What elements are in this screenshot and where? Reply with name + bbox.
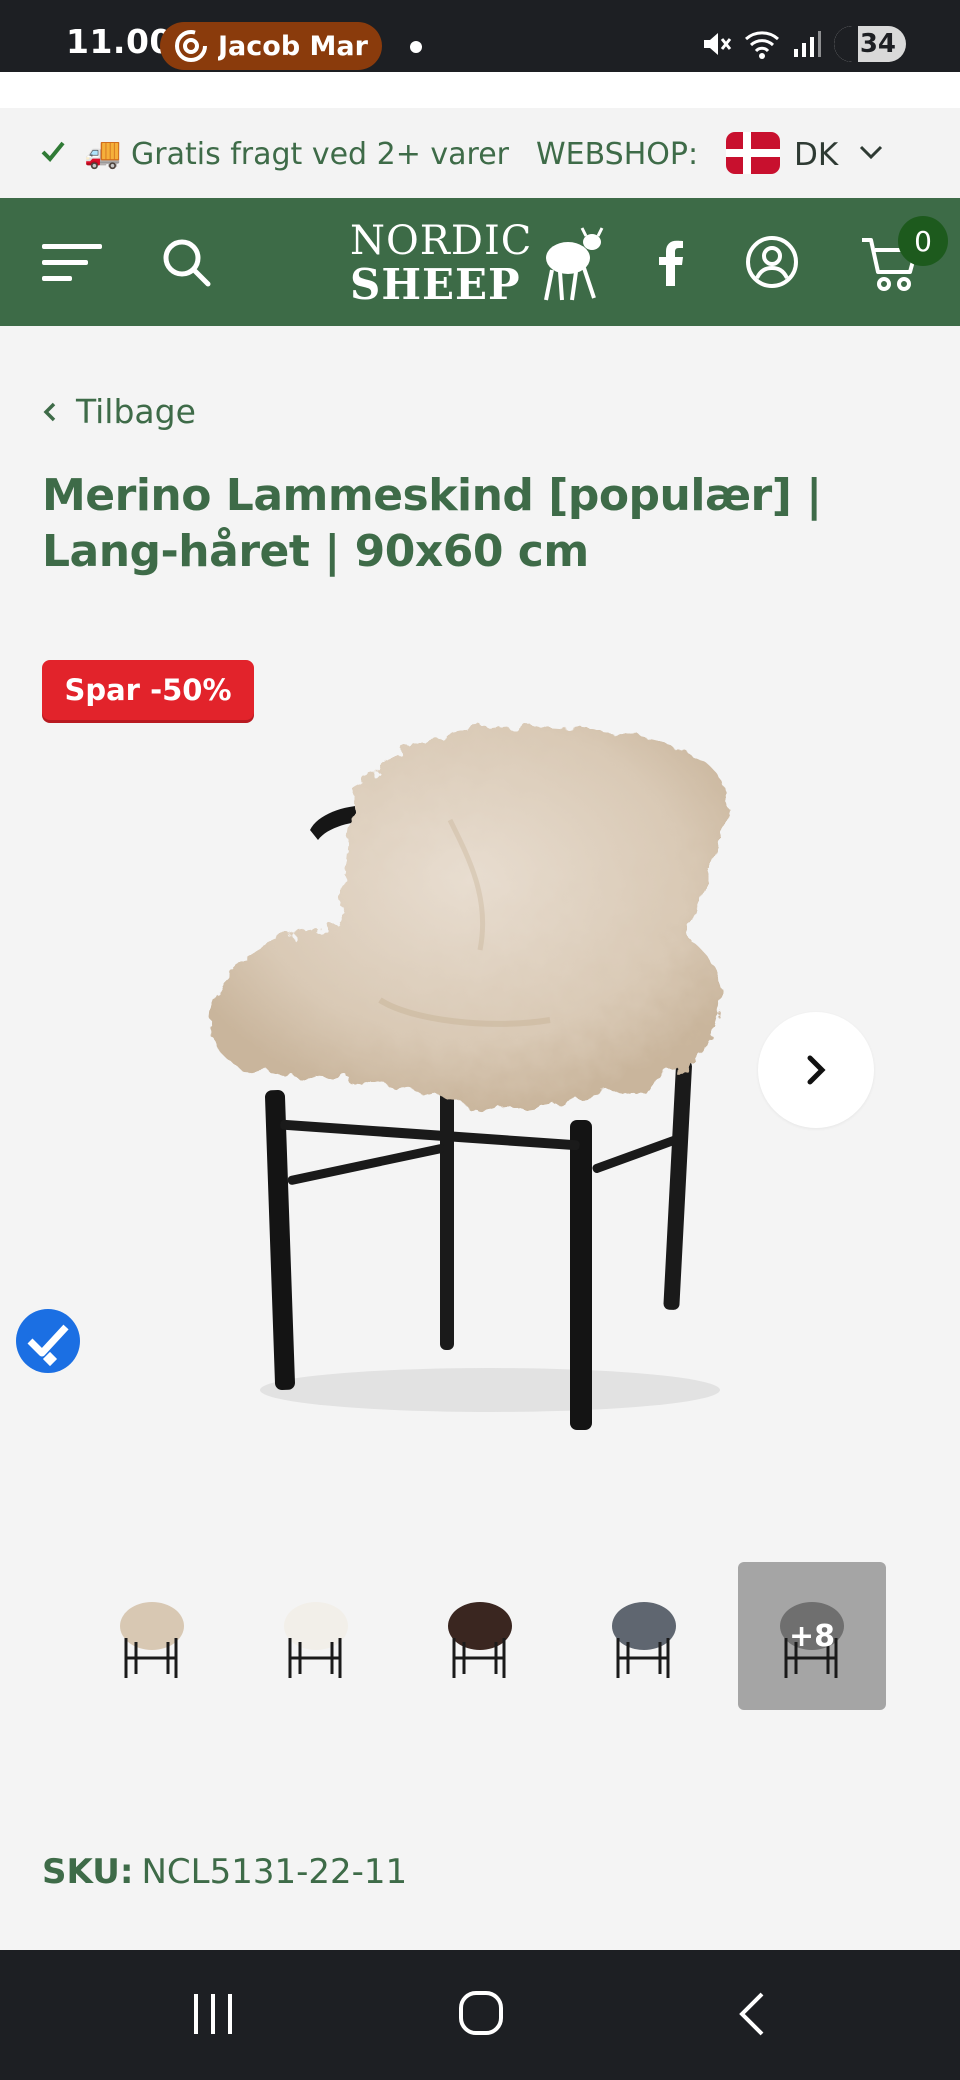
back-label: Tilbage [76, 392, 196, 431]
hamburger-menu-icon[interactable] [40, 240, 104, 284]
sku-line: SKU: NCL5131-22-11 [42, 1852, 407, 1892]
signal-icon [794, 31, 821, 57]
account-icon[interactable] [744, 234, 800, 290]
denmark-flag-icon[interactable] [726, 132, 780, 174]
sheep-logo-icon [544, 227, 604, 301]
caller-name: Jacob Mark [218, 30, 368, 62]
top-spacer [0, 72, 960, 108]
thumbnail-4[interactable] [570, 1562, 718, 1710]
call-icon [175, 30, 207, 62]
wifi-icon [745, 31, 779, 59]
country-selector[interactable]: DK [794, 137, 838, 173]
free-shipping-text: Gratis fragt ved 2+ varer [131, 137, 510, 172]
promo-bar: 🚚 Gratis fragt ved 2+ varer WEBSHOP: DK [0, 108, 960, 198]
product-title: Merino Lammeskind [populær] | Lang-håret… [42, 470, 822, 577]
back-icon[interactable] [736, 1990, 768, 2038]
logo-line-2: SHEEP [350, 260, 521, 309]
thumbnail-3[interactable] [406, 1562, 554, 1710]
facebook-icon[interactable] [656, 238, 686, 286]
sku-value: NCL5131-22-11 [141, 1852, 408, 1892]
notification-dot [410, 41, 422, 53]
more-images-count: +8 [788, 1618, 835, 1654]
nordic-sheep-logo[interactable]: NORDIC SHEEP [350, 218, 610, 310]
thumbnail-1[interactable] [78, 1562, 226, 1710]
thumbnail-strip: +8 [0, 1562, 960, 1710]
chevron-down-icon[interactable] [858, 142, 884, 162]
chair-thumbnail-icon [612, 1602, 676, 1678]
thumbnail-more[interactable]: +8 [738, 1562, 886, 1710]
logo-line-1: NORDIC [350, 218, 533, 264]
product-image[interactable] [190, 700, 770, 1440]
battery-level: 34 [859, 29, 896, 59]
active-call-pill[interactable]: Jacob Mark [160, 22, 382, 70]
chevron-right-icon [807, 1055, 826, 1085]
thumbnail-2[interactable] [242, 1562, 390, 1710]
recent-apps-icon[interactable] [190, 1992, 236, 2036]
system-navigation-bar [0, 1950, 960, 2080]
sku-label: SKU: [42, 1852, 134, 1892]
truck-icon: 🚚 [84, 136, 122, 171]
checkmark-icon [41, 141, 65, 162]
next-image-button[interactable] [758, 1012, 874, 1128]
main-navbar: NORDIC SHEEP 0 [0, 198, 960, 326]
chair-thumbnail-icon [448, 1602, 512, 1678]
status-time: 11.00 [66, 22, 173, 61]
status-bar: 11.00 Jacob Mark 34 [0, 0, 960, 72]
back-link[interactable]: Tilbage [40, 392, 196, 431]
mute-icon [704, 33, 732, 55]
battery-indicator: 34 [834, 26, 906, 62]
cart-count-badge[interactable]: 0 [898, 216, 948, 266]
chair-thumbnail-icon [284, 1602, 348, 1678]
chair-thumbnail-icon [120, 1602, 184, 1678]
chevron-left-icon [43, 402, 56, 421]
home-icon[interactable] [458, 1990, 504, 2036]
search-icon[interactable] [160, 236, 212, 288]
webshop-label: WEBSHOP: [536, 137, 699, 172]
verified-badge-icon[interactable] [15, 1308, 81, 1374]
